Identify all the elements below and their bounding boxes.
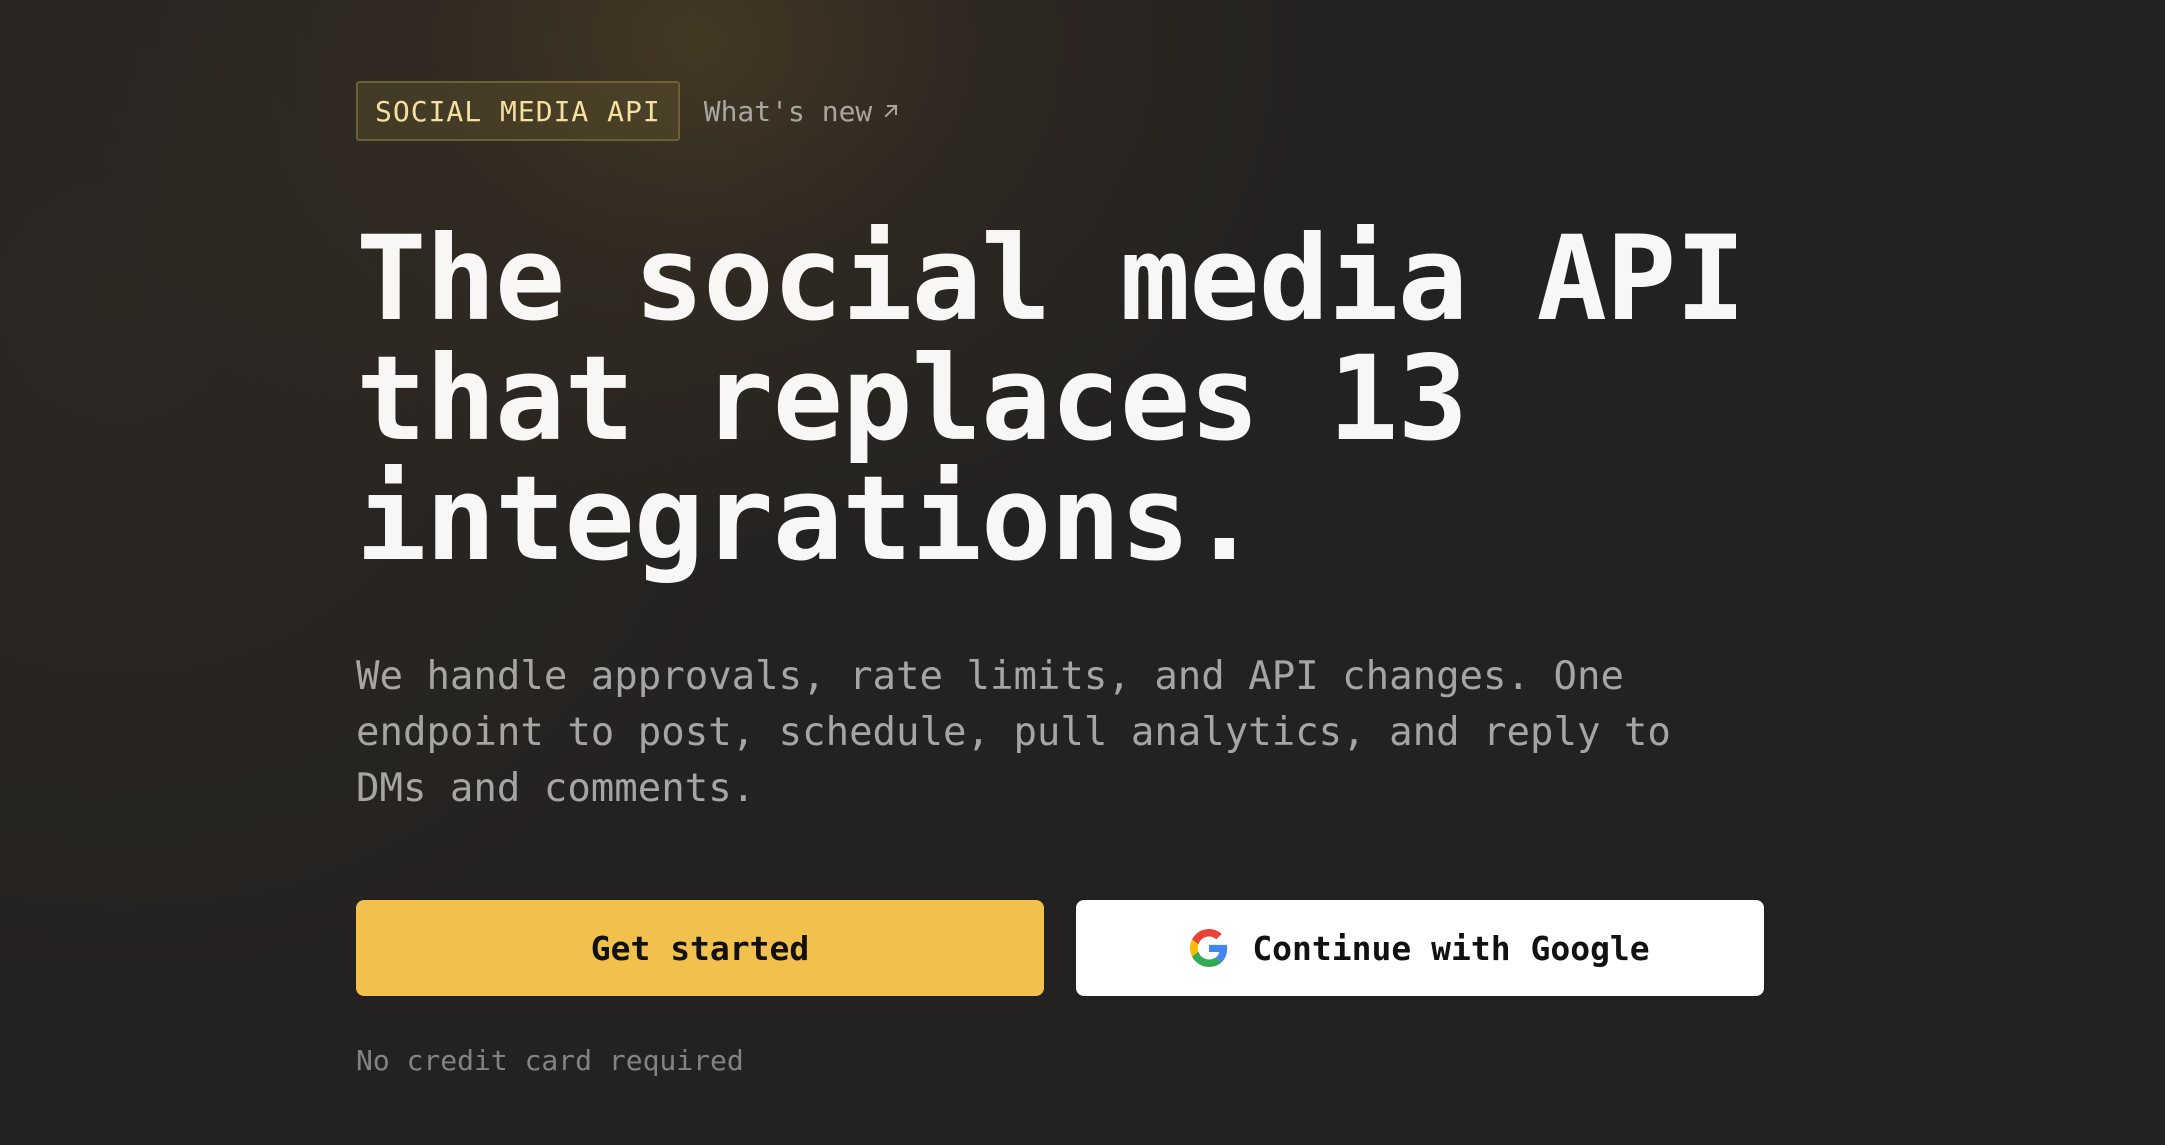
- announcement-bar: SOCIAL MEDIA API What's new: [356, 81, 1766, 141]
- cta-group: Get started Continue with Google: [356, 900, 1766, 996]
- page-headline: The social media API that replaces 13 in…: [356, 219, 1766, 579]
- subtitle-line-2: endpoint to post, schedule, pull analyti…: [356, 710, 1671, 755]
- headline-line-2: that replaces 13: [356, 330, 1468, 467]
- no-credit-card-note: No credit card required: [356, 1044, 744, 1077]
- whats-new-link[interactable]: What's new: [704, 95, 901, 128]
- get-started-button[interactable]: Get started: [356, 900, 1044, 996]
- headline-line-1: The social media API: [356, 210, 1746, 347]
- hero-page: SOCIAL MEDIA API What's new The social m…: [0, 0, 2165, 1145]
- google-icon: [1190, 929, 1228, 967]
- headline-line-3: integrations.: [356, 450, 1260, 587]
- subtitle-line-3: DMs and comments.: [356, 766, 756, 811]
- arrow-up-right-icon: [884, 104, 898, 118]
- product-badge: SOCIAL MEDIA API: [356, 81, 680, 141]
- whats-new-label: What's new: [703, 94, 873, 128]
- hero-content: SOCIAL MEDIA API What's new The social m…: [356, 81, 1766, 1077]
- continue-with-google-button[interactable]: Continue with Google: [1076, 900, 1764, 996]
- subtitle-line-1: We handle approvals, rate limits, and AP…: [356, 654, 1624, 699]
- hero-subtitle: We handle approvals, rate limits, and AP…: [356, 649, 1756, 817]
- google-button-label: Continue with Google: [1252, 928, 1650, 968]
